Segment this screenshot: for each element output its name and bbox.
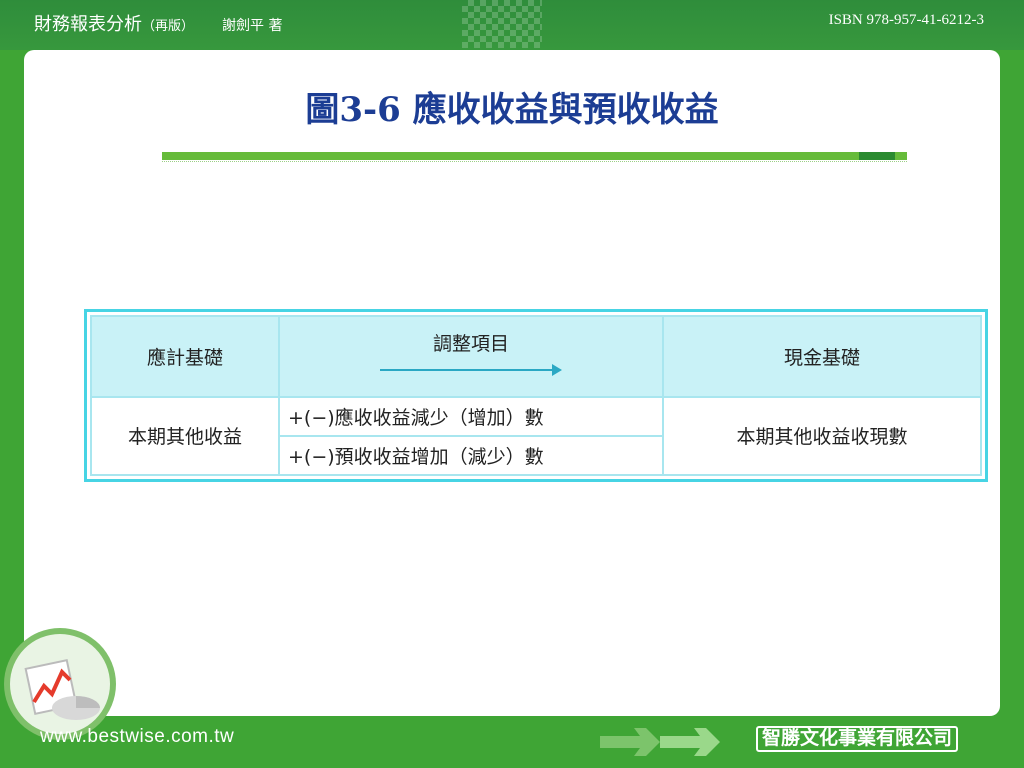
book-title: 財務報表分析 <box>34 14 142 35</box>
title-underline <box>162 152 907 160</box>
adjustment-table: 應計基礎 調整項目 現金基礎 本期其他收益 +(−)應收收益減少（增加）數 本期… <box>84 309 988 482</box>
publisher-logo: 智勝文化事業有限公司 <box>756 726 959 752</box>
adjustment-receivable: +(−)應收收益減少（增加）數 <box>278 395 664 437</box>
book-author: 謝劍平 著 <box>222 18 283 34</box>
slide-title: 圖3-6 應收收益與預收收益 <box>305 90 719 130</box>
header-adjustments-label: 調整項目 <box>432 333 509 355</box>
isbn-label: ISBN 978-957-41-6212-3 <box>828 12 984 28</box>
header-accrual-basis: 應計基礎 <box>90 315 280 398</box>
row-label-other-income: 本期其他收益 <box>90 395 280 477</box>
website-url[interactable]: www.bestwise.com.tw <box>40 726 234 748</box>
title-underline-dots <box>162 161 907 163</box>
book-info: 財務報表分析（再版） 謝劍平 著 <box>34 10 282 36</box>
checker-pattern <box>462 0 542 48</box>
header-adjustments: 調整項目 <box>278 315 664 398</box>
adjustment-table-grid: 應計基礎 調整項目 現金基礎 本期其他收益 +(−)應收收益減少（增加）數 本期… <box>90 315 982 477</box>
table-header-row: 應計基礎 調整項目 現金基礎 <box>90 315 982 398</box>
header-bar: 財務報表分析（再版） 謝劍平 著 ISBN 978-957-41-6212-3 <box>0 0 1024 50</box>
header-cash-basis: 現金基礎 <box>662 315 982 398</box>
result-cash-received: 本期其他收益收現數 <box>662 395 982 477</box>
double-arrow-icon <box>600 724 740 760</box>
adjustment-unearned: +(−)預收收益增加（減少）數 <box>278 434 664 477</box>
chart-logo-icon <box>4 628 116 740</box>
right-arrow-icon <box>380 364 562 376</box>
book-edition: （再版） <box>142 19 195 34</box>
table-row: 本期其他收益 +(−)應收收益減少（增加）數 本期其他收益收現數 <box>90 395 982 477</box>
